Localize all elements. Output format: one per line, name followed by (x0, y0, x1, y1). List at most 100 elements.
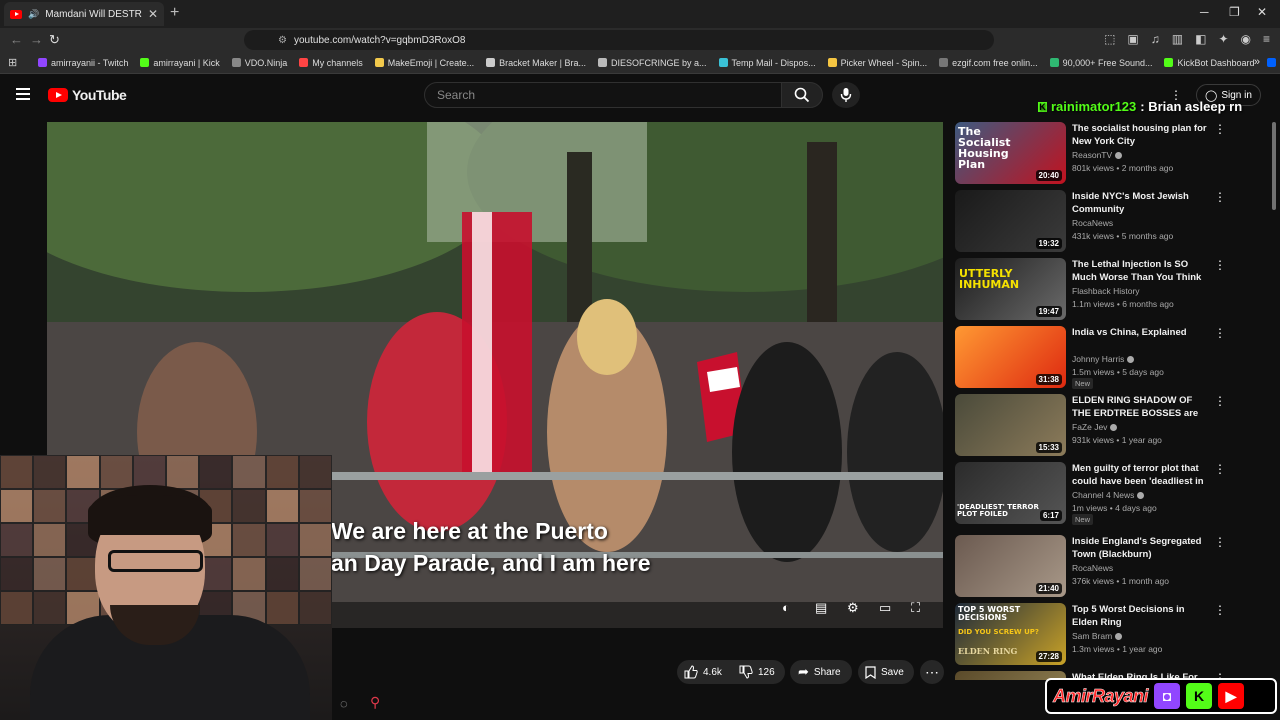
url-field[interactable]: ⚙ youtube.com/watch?v=gqbmD3RoxO8 (244, 30, 994, 50)
video-thumbnail[interactable]: TOP 5 WORST DECISIONS DID YOU SCREW UP? EL… (955, 603, 1066, 665)
site-info-icon[interactable]: ⚙ (278, 35, 287, 46)
brand-name: AmirRayani (1053, 685, 1149, 706)
more-options-icon[interactable]: ⋮ (1214, 394, 1226, 408)
captions-icon[interactable]: ▤ (815, 600, 827, 616)
video-thumbnail[interactable]: 21:40 (955, 535, 1066, 597)
dislike-button[interactable]: 126 (739, 662, 775, 682)
channel-name[interactable]: RocaNews (1072, 218, 1113, 228)
recommendation-item[interactable]: The Socialist Housing Plan 20:40 The socia… (955, 122, 1265, 184)
new-tab-button[interactable]: + (170, 4, 179, 22)
video-thumbnail[interactable]: 15:33 (955, 394, 1066, 456)
wallet-icon[interactable]: ◧ (1195, 32, 1206, 46)
video-title[interactable]: The socialist housing plan for New York … (1072, 122, 1207, 148)
recommendation-item[interactable]: 'DEADLIEST' TERROR PLOT FOILED 6:17 Men gu… (955, 462, 1265, 525)
clip-icon[interactable]: ◌ (340, 696, 348, 711)
video-thumbnail[interactable]: 19:32 (955, 190, 1066, 252)
more-options-icon[interactable]: ⋮ (1214, 535, 1226, 549)
bookmark-item[interactable]: DIESOFCRINGE by a... (598, 58, 707, 68)
thumbs-down-icon (739, 665, 753, 679)
like-button[interactable]: 4.6k (684, 662, 722, 682)
new-badge: New (1072, 378, 1094, 389)
fullscreen-icon[interactable]: ⛶ (911, 600, 920, 616)
bookmark-item[interactable]: amirrayanii - Twitch (38, 58, 128, 68)
save-button[interactable]: Save (865, 662, 904, 682)
recommendation-item[interactable]: UTTERLY INHUMAN 19:47 The Lethal Injection… (955, 258, 1265, 320)
bookmark-item[interactable]: VDO.Ninja (231, 58, 287, 68)
recommendation-item[interactable]: TOP 5 WORST DECISIONS DID YOU SCREW UP? EL… (955, 603, 1265, 665)
speaker-icon: 🔊 (28, 8, 40, 19)
bookmarks-overflow-icon[interactable]: » (1254, 56, 1260, 68)
bookmark-item[interactable]: ezgif.com free onlin... (939, 58, 1038, 68)
browser-tab[interactable]: 🔊 Mamdani Will DESTROY New ✕ (4, 2, 164, 26)
bookmark-item[interactable]: 90,000+ Free Sound... (1049, 58, 1152, 68)
bookmark-favicon-icon (1164, 58, 1174, 67)
channel-name[interactable]: FaZe Jev (1072, 422, 1107, 432)
streamer-hair-front (88, 495, 212, 535)
sidebar-icon[interactable]: ▥ (1172, 32, 1183, 46)
more-options-icon[interactable]: ⋮ (1214, 122, 1226, 136)
more-options-icon[interactable]: ⋮ (1214, 462, 1226, 476)
recommendation-item[interactable]: 15:33 ELDEN RING SHADOW OF THE ERDTREE BO… (955, 394, 1265, 456)
more-actions-button[interactable]: ⋯ (925, 662, 939, 682)
video-title[interactable]: The Lethal Injection Is SO Much Worse Th… (1072, 258, 1207, 284)
recommendation-item[interactable]: 21:40 Inside England's Segregated Town (B… (955, 535, 1265, 597)
channel-name[interactable]: ReasonTV (1072, 150, 1112, 160)
bookmark-item[interactable]: Temp Mail - Dispos... (718, 58, 816, 68)
channel-name[interactable]: RocaNews (1072, 563, 1113, 573)
hamburger-menu-icon[interactable] (16, 88, 30, 100)
search-input[interactable]: Search (424, 82, 782, 108)
more-options-icon[interactable]: ⋮ (1214, 603, 1226, 617)
video-thumbnail[interactable]: The Socialist Housing Plan 20:40 (955, 122, 1066, 184)
video-thumbnail[interactable]: 31:38 (955, 326, 1066, 388)
video-title[interactable]: Top 5 Worst Decisions in Elden Ring (1072, 603, 1207, 629)
bookmark-item[interactable]: MakeEmoji | Create... (374, 58, 474, 68)
recommendation-item[interactable]: 19:32 Inside NYC's Most Jewish Community R… (955, 190, 1265, 252)
autoplay-toggle[interactable]: ◐ (782, 600, 790, 615)
restore-icon[interactable]: ❐ (1229, 5, 1240, 19)
theater-mode-icon[interactable]: ▭ (879, 600, 891, 616)
voice-search-button[interactable] (832, 82, 860, 108)
ai-icon[interactable]: ✦ (1218, 32, 1228, 46)
channel-name[interactable]: Johnny Harris (1072, 354, 1124, 364)
close-window-icon[interactable]: ✕ (1257, 5, 1267, 19)
video-thumbnail[interactable]: 'DEADLIEST' TERROR PLOT FOILED 6:17 (955, 462, 1066, 524)
video-meta: 1.3m views • 1 year ago (1072, 644, 1163, 654)
media-icon[interactable]: ♫ (1151, 32, 1160, 46)
minimize-icon[interactable]: ─ (1200, 5, 1209, 19)
video-title[interactable]: India vs China, Explained (1072, 326, 1207, 339)
menu-icon[interactable]: ≡ (1263, 32, 1270, 46)
close-tab-icon[interactable]: ✕ (148, 7, 158, 21)
video-title[interactable]: Inside England's Segregated Town (Blackb… (1072, 535, 1207, 561)
bookmark-item[interactable]: My channels (299, 58, 363, 68)
forward-icon[interactable]: → (30, 32, 43, 47)
vpn-icon[interactable]: ◉ (1241, 32, 1251, 46)
video-duration: 27:28 (1035, 651, 1062, 662)
video-title[interactable]: ELDEN RING SHADOW OF THE ERDTREE BOSSES … (1072, 394, 1207, 420)
more-options-icon[interactable]: ⋮ (1214, 258, 1226, 272)
tab-search-icon[interactable]: ▣ (1127, 32, 1138, 46)
bookmark-item[interactable]: Bracket Maker | Bra... (486, 58, 586, 68)
youtube-logo[interactable]: YouTube (48, 87, 127, 103)
video-thumbnail[interactable]: UTTERLY INHUMAN 19:47 (955, 258, 1066, 320)
more-options-icon[interactable]: ⋮ (1214, 326, 1226, 340)
settings-gear-icon[interactable]: ⚙ (847, 600, 859, 616)
share-button[interactable]: ➦ Share (798, 662, 841, 682)
video-title[interactable]: Inside NYC's Most Jewish Community (1072, 190, 1207, 216)
reload-icon[interactable]: ↻ (49, 32, 60, 48)
back-icon[interactable]: ← (10, 32, 23, 47)
bookmark-item[interactable]: Picker Wheel - Spin... (827, 58, 927, 68)
youtube-favicon-icon (10, 9, 22, 19)
bookmark-item[interactable]: amirrayani | Kick (140, 58, 220, 68)
bookmark-item[interactable]: KickBot Dashboard (1164, 58, 1255, 68)
apps-icon[interactable]: ⊞ (8, 56, 17, 69)
channel-name[interactable]: Sam Bram (1072, 631, 1112, 641)
video-title[interactable]: Men guilty of terror plot that could hav… (1072, 462, 1207, 488)
recommendation-item[interactable]: 31:38 India vs China, Explained Johnny Har… (955, 326, 1265, 389)
channel-name[interactable]: Flashback History (1072, 286, 1140, 296)
extension-icon[interactable]: ⬚ (1104, 32, 1115, 46)
scrollbar[interactable] (1272, 122, 1276, 210)
bookmark-item[interactable]: Dropbox (1266, 58, 1280, 68)
search-button[interactable] (781, 82, 823, 108)
channel-name[interactable]: Channel 4 News (1072, 490, 1134, 500)
more-options-icon[interactable]: ⋮ (1214, 190, 1226, 204)
